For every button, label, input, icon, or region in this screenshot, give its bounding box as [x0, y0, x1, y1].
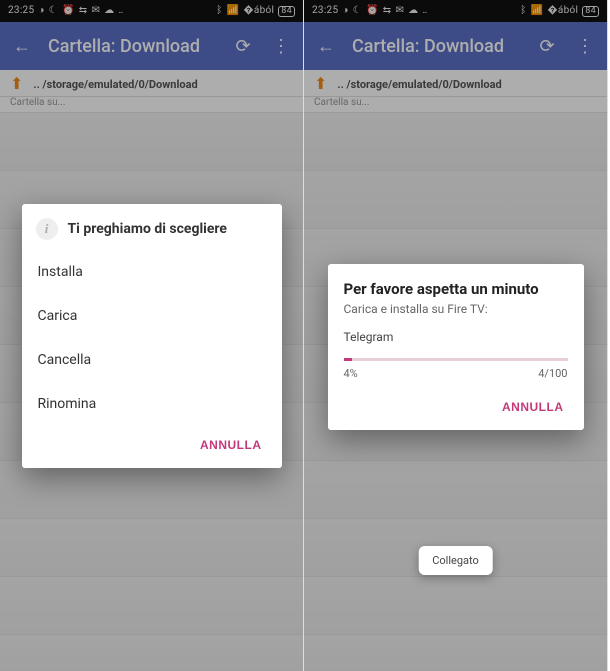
progress-dialog-title: Per favore aspetta un minuto: [344, 280, 568, 298]
option-install[interactable]: Installa: [22, 250, 282, 294]
cancel-button[interactable]: ANNULLA: [192, 432, 270, 458]
progress-percent: 4%: [344, 367, 358, 380]
phone-right: 23:25 ◑ ☾ ⏰ ⇆ ✉ ☁ ‥ ᛒ 📶 �ából 84 ← Carte…: [304, 0, 608, 671]
choose-dialog: i Ti preghiamo di scegliere Installa Car…: [22, 204, 282, 468]
toast-connected: Collegato: [418, 546, 493, 575]
choose-dialog-title: Ti preghiamo di scegliere: [68, 221, 227, 237]
cancel-button[interactable]: ANNULLA: [494, 394, 572, 420]
progress-count: 4/100: [538, 367, 567, 380]
phone-left: 23:25 ◑ ☾ ⏰ ⇆ ✉ ☁ ‥ ᛒ 📶 �ából 84 ← Carte…: [0, 0, 304, 671]
progress-dialog: Per favore aspetta un minuto Carica e in…: [328, 264, 584, 430]
option-rename[interactable]: Rinomina: [22, 382, 282, 426]
progress-bar: [344, 358, 568, 361]
progress-item-name: Telegram: [344, 330, 568, 344]
option-load[interactable]: Carica: [22, 294, 282, 338]
option-delete[interactable]: Cancella: [22, 338, 282, 382]
info-icon: i: [36, 218, 58, 240]
progress-dialog-subtitle: Carica e installa su Fire TV:: [344, 302, 568, 316]
